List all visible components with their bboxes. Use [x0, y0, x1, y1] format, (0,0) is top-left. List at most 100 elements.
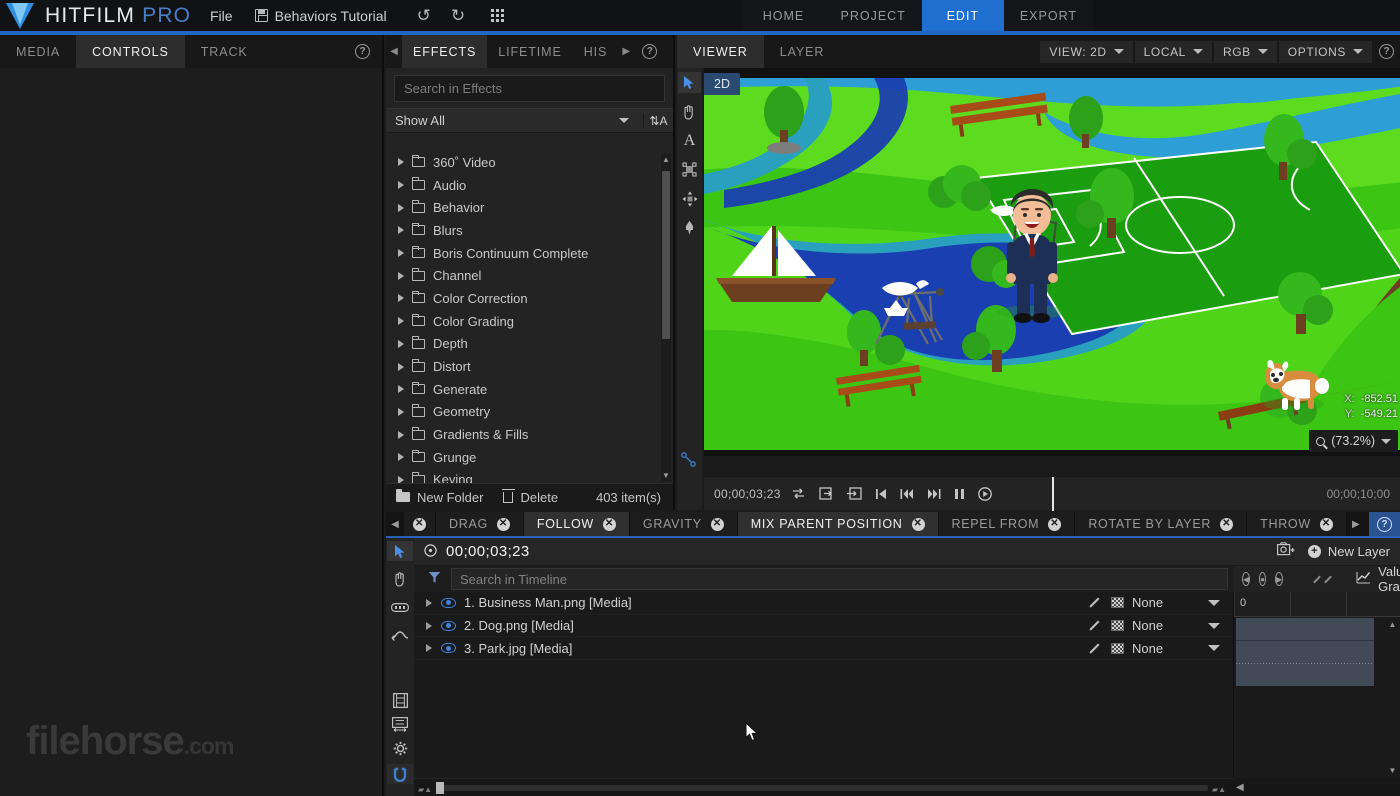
viewer-options-dropdown[interactable]: OPTIONS	[1278, 40, 1372, 63]
chevron-down-icon[interactable]	[1208, 622, 1220, 629]
behavior-tab-throw[interactable]: THROW ✕	[1247, 512, 1347, 536]
effects-tabs-next-arrow[interactable]: ▶	[618, 35, 634, 68]
value-graph-button[interactable]: Value Graph	[1356, 564, 1400, 594]
expand-triangle-icon[interactable]	[398, 339, 404, 348]
add-keyframe-button[interactable]: ●	[1259, 572, 1266, 586]
behavior-tab-close-first[interactable]: ✕	[404, 512, 436, 536]
keyframe-linear-button[interactable]	[1294, 575, 1302, 583]
expand-triangle-icon[interactable]	[398, 317, 404, 326]
undo-icon[interactable]: ↺	[417, 6, 431, 26]
scroll-down-icon[interactable]: ▼	[661, 469, 671, 481]
expand-triangle-icon[interactable]	[398, 294, 404, 303]
loop-button[interactable]	[791, 487, 806, 500]
funnel-icon[interactable]	[428, 571, 441, 587]
go-to-start-button[interactable]	[875, 488, 887, 500]
nav-tab-export[interactable]: EXPORT	[1003, 0, 1093, 31]
effects-folder-list[interactable]: 360˚ Video Audio Behavior Blurs Boris Co…	[386, 151, 673, 483]
timeline-layer-list[interactable]: 1. Business Man.png [Media] None 2. Dog.…	[414, 592, 1234, 778]
layer-blend-value[interactable]: None	[1132, 618, 1208, 633]
menu-file[interactable]: File	[210, 8, 233, 24]
effects-folder-row[interactable]: Geometry	[386, 401, 673, 424]
keyframe-ease-in-button[interactable]	[1324, 575, 1333, 583]
behavior-tabs-next-arrow[interactable]: ▶	[1347, 512, 1365, 536]
expand-triangle-icon[interactable]	[398, 407, 404, 416]
hand-tool-icon[interactable]	[387, 569, 413, 589]
effects-folder-row[interactable]: Depth	[386, 333, 673, 356]
effects-folder-row[interactable]: Grunge	[386, 446, 673, 469]
rate-stretch-tool-icon[interactable]	[387, 625, 413, 645]
pen-tool-icon[interactable]	[678, 217, 701, 238]
tab-effects[interactable]: EFFECTS	[402, 35, 488, 68]
link-chain-icon[interactable]	[680, 451, 697, 473]
tab-media[interactable]: MEDIA	[0, 35, 76, 68]
effects-folder-row[interactable]: Boris Continuum Complete	[386, 242, 673, 265]
play-button[interactable]	[977, 486, 992, 501]
effects-filter-row[interactable]: Show All ⇅A	[386, 108, 673, 133]
keyframe-smooth-button[interactable]	[1313, 575, 1322, 583]
project-name-item[interactable]: Behaviors Tutorial	[254, 8, 387, 24]
expand-triangle-icon[interactable]	[398, 385, 404, 394]
close-icon[interactable]: ✕	[1220, 517, 1234, 531]
set-out-point-button[interactable]	[846, 487, 862, 500]
close-icon[interactable]: ✕	[1319, 517, 1333, 531]
effects-folder-row[interactable]: Channel	[386, 264, 673, 287]
step-forward-button[interactable]	[927, 488, 941, 500]
search-effects-input[interactable]	[394, 75, 665, 102]
expand-triangle-icon[interactable]	[398, 430, 404, 439]
nav-tab-project[interactable]: PROJECT	[824, 0, 922, 31]
new-layer-button[interactable]: + New Layer	[1307, 544, 1390, 559]
tab-layer[interactable]: LAYER	[764, 35, 841, 68]
effects-folder-row[interactable]: Color Correction	[386, 287, 673, 310]
nav-tab-edit[interactable]: EDIT	[921, 0, 1004, 31]
close-icon[interactable]: ✕	[413, 517, 426, 531]
expand-triangle-icon[interactable]	[398, 453, 404, 462]
sort-alpha-icon[interactable]: ⇅A	[643, 113, 673, 128]
viewer-current-timecode[interactable]: 00;00;03;23	[704, 487, 791, 501]
tab-history[interactable]: HIS	[573, 35, 619, 68]
filmstrip-icon[interactable]	[387, 690, 413, 710]
expand-triangle-icon[interactable]	[426, 621, 432, 630]
zoom-in-icon[interactable]: ▰▲	[1212, 785, 1226, 794]
viewer-help-icon[interactable]: ?	[1379, 44, 1394, 59]
chevron-down-icon[interactable]	[1381, 438, 1391, 444]
next-keyframe-button[interactable]: ▶	[1275, 572, 1284, 586]
tracks-vertical-scrollbar[interactable]: ▲ ▼	[1387, 619, 1398, 776]
behavior-strip-help[interactable]: ?	[1369, 512, 1400, 536]
expand-triangle-icon[interactable]	[398, 203, 404, 212]
chevron-down-icon[interactable]	[1208, 645, 1220, 652]
new-folder-button[interactable]: New Folder	[386, 484, 493, 511]
step-back-button[interactable]	[900, 488, 914, 500]
scrollbar-thumb[interactable]	[436, 782, 444, 794]
timeline-ruler[interactable]: 0 00;00;05;00 00;00;1(	[1234, 592, 1400, 617]
select-tool-icon[interactable]	[678, 72, 701, 93]
redo-icon[interactable]: ↻	[451, 6, 465, 26]
scroll-up-icon[interactable]: ▲	[661, 153, 671, 165]
tab-viewer[interactable]: VIEWER	[677, 35, 764, 68]
expand-triangle-icon[interactable]	[426, 598, 432, 607]
scroll-down-icon[interactable]: ▼	[1387, 765, 1398, 776]
scrollbar-track[interactable]	[436, 785, 1208, 791]
settings-gear-icon[interactable]	[387, 738, 413, 758]
behavior-tab-rotate-by-layer[interactable]: ROTATE BY LAYER ✕	[1075, 512, 1248, 536]
expand-triangle-icon[interactable]	[398, 226, 404, 235]
close-icon[interactable]: ✕	[1048, 517, 1062, 531]
close-icon[interactable]: ✕	[710, 517, 724, 531]
magnet-snapping-icon[interactable]	[387, 764, 413, 784]
expand-triangle-icon[interactable]	[398, 362, 404, 371]
filmstrip-transition-icon[interactable]	[387, 714, 413, 734]
timeline-timecode[interactable]: 00;00;03;23	[446, 543, 530, 560]
grid-apps-icon[interactable]	[491, 9, 505, 22]
zoom-out-icon[interactable]: ▰▲	[418, 785, 432, 794]
channel-dropdown[interactable]: RGB	[1213, 40, 1277, 63]
visibility-eye-icon[interactable]	[441, 620, 456, 631]
scroll-up-icon[interactable]: ▲	[1387, 619, 1398, 630]
text-tool-icon[interactable]: A	[678, 130, 701, 151]
timeline-tracks-area[interactable]: ▲ ▼	[1234, 617, 1400, 778]
prev-keyframe-button[interactable]: ◀	[1242, 572, 1251, 586]
timeline-layer-row[interactable]: 3. Park.jpg [Media] None	[414, 637, 1233, 661]
hand-tool-icon[interactable]	[678, 101, 701, 122]
nav-tab-home[interactable]: HOME	[742, 0, 825, 31]
coordinate-space-dropdown[interactable]: LOCAL	[1134, 40, 1212, 63]
controls-help-icon[interactable]: ?	[355, 44, 370, 59]
tab-controls[interactable]: CONTROLS	[76, 35, 185, 68]
